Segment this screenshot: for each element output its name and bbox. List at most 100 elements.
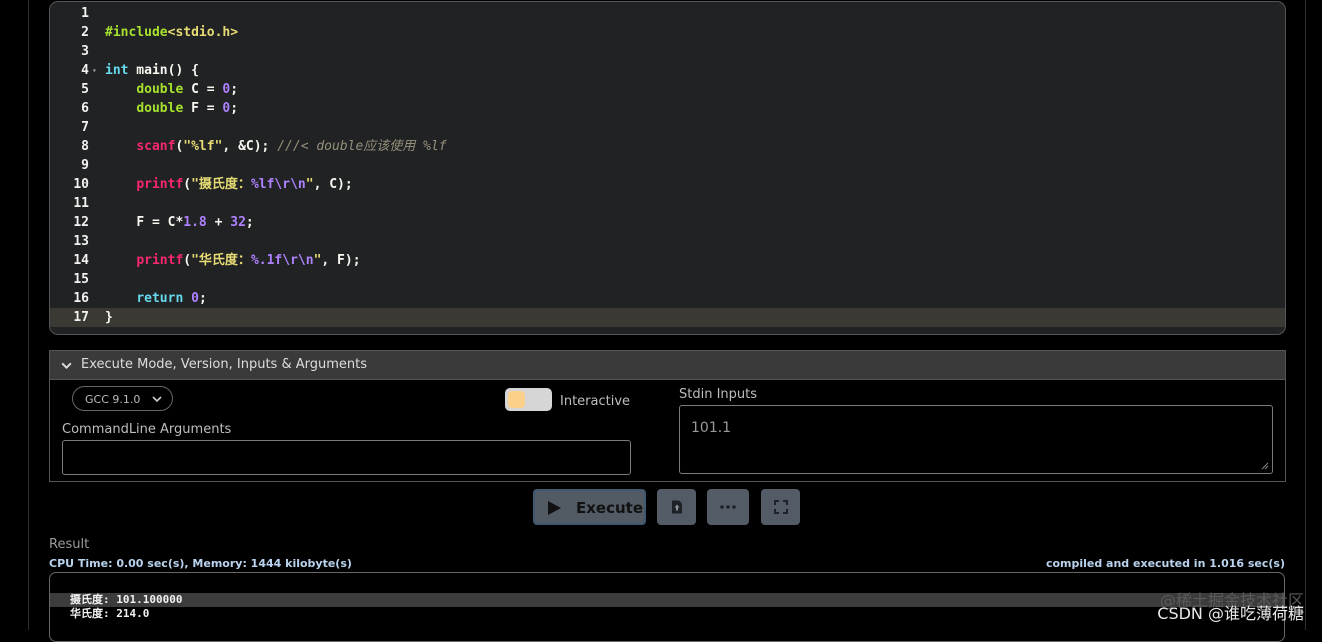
code-token: F = C* [136,215,184,230]
code-line[interactable]: 17} [50,308,1285,327]
cpu-memory-info: CPU Time: 0.00 sec(s), Memory: 1444 kilo… [49,557,352,570]
code-token: "华氏度： [191,253,251,268]
code-line[interactable]: 5 double C = 0; [50,80,1285,99]
code-line[interactable]: 7 [50,118,1285,137]
execution-time-info: compiled and executed in 1.016 sec(s) [1045,557,1285,570]
code-line[interactable]: 15 [50,270,1285,289]
line-number: 16 [73,291,89,306]
execute-options-panel: Execute Mode, Version, Inputs & Argument… [49,350,1286,482]
cmdline-arguments-input[interactable] [62,440,631,475]
line-number: 7 [81,120,89,135]
code-line[interactable]: 16 return 0; [50,289,1285,308]
code-token: %.1f [250,253,283,268]
code-token: ; [230,101,239,116]
line-number: 12 [73,215,89,230]
code-token: C = [183,82,223,97]
execute-panel-header[interactable]: Execute Mode, Version, Inputs & Argument… [50,351,1285,380]
code-token: %lf [250,177,275,192]
code-token: 1.8 [183,215,207,230]
code-token: , &C); [222,139,278,154]
chevron-down-icon [152,396,162,403]
fullscreen-button[interactable] [761,489,800,525]
line-number: 6 [81,101,89,116]
code-line[interactable]: 2 #include<stdio.h> [50,23,1285,42]
compiler-version-select[interactable]: GCC 9.1.0 [72,386,173,411]
line-number: 15 [73,272,89,287]
code-text: scanf("%lf", &C); ///< double应该使用 %lf [105,137,447,156]
code-token: ( [183,177,192,192]
interactive-toggle[interactable] [505,388,552,411]
line-number: 10 [73,177,89,192]
code-text: } [105,308,113,327]
code-text: printf("华氏度：%.1f\r\n", F); [105,251,361,270]
code-line[interactable]: 4 ▾ int main() { [50,61,1285,80]
code-line[interactable]: 12 F = C*1.8 + 32; [50,213,1285,232]
code-token: printf [136,253,184,268]
execute-button-label: Execute [576,499,644,517]
watermark-csdn: CSDN @谁吃薄荷糖 [1157,604,1304,623]
code-line[interactable]: 1 [50,4,1285,23]
code-text: return 0; [105,289,207,308]
code-token: ( [183,253,192,268]
execute-button[interactable]: Execute [533,489,646,525]
stdin-value: 101.1 [691,420,732,436]
line-number: 4 [81,63,89,78]
left-border [28,0,29,630]
stdin-inputs-textarea[interactable]: 101.1 [679,405,1273,474]
output-line: 摄氏度: 101.100000 [50,593,1284,607]
code-token: int [105,63,129,78]
code-text: int main() { [105,61,199,80]
line-number: 11 [73,196,89,211]
result-output[interactable]: 摄氏度: 101.100000 华氏度: 214.0 [49,572,1285,642]
code-line[interactable]: 3 [50,42,1285,61]
code-token: scanf [136,139,176,154]
code-editor[interactable]: 1 2 #include<stdio.h> 3 4 ▾ int main() {5 doub… [49,1,1286,335]
code-line[interactable]: 14 printf("华氏度：%.1f\r\n", F); [50,251,1285,270]
code-token: <stdio.h> [167,25,239,40]
code-token: \r\n [274,177,306,192]
code-line[interactable]: 13 [50,232,1285,251]
upload-button[interactable] [657,489,696,525]
line-number: 13 [73,234,89,249]
code-token: , F); [321,253,361,268]
line-number: 5 [81,82,89,97]
code-token: "%lf" [183,139,223,154]
line-number: 14 [73,253,89,268]
resize-handle-icon[interactable] [1261,462,1269,470]
code-line[interactable]: 10 printf("摄氏度：%lf\r\n", C); [50,175,1285,194]
code-token: 32 [230,215,246,230]
code-token: ; [198,291,207,306]
output-line: 华氏度: 214.0 [70,607,150,620]
line-number: 2 [81,25,89,40]
code-text: double C = 0; [105,80,238,99]
code-token: () { [167,63,199,78]
line-number: 17 [73,310,89,325]
code-token: return [136,291,184,306]
code-token: ; [245,215,254,230]
code-line[interactable]: 11 [50,194,1285,213]
toggle-knob [508,391,525,408]
more-options-button[interactable] [707,489,749,525]
line-number: 3 [81,44,89,59]
code-token: " [305,177,314,192]
code-token: ///< double应该使用 %lf [277,139,447,154]
line-number: 8 [81,139,89,154]
code-token: \r\n [282,253,314,268]
code-line[interactable]: 6 double F = 0; [50,99,1285,118]
fold-arrow-icon[interactable]: ▾ [92,61,97,80]
code-text: double F = 0; [105,99,238,118]
chevron-down-icon [61,362,72,369]
code-text: printf("摄氏度：%lf\r\n", C); [105,175,352,194]
more-dots-icon [720,505,736,509]
code-token: double [136,101,184,116]
code-line[interactable]: 8 scanf("%lf", &C); ///< double应该使用 %lf [50,137,1285,156]
compiler-version-value: GCC 9.1.0 [85,393,141,406]
code-line[interactable]: 9 [50,156,1285,175]
line-number: 1 [81,6,89,21]
